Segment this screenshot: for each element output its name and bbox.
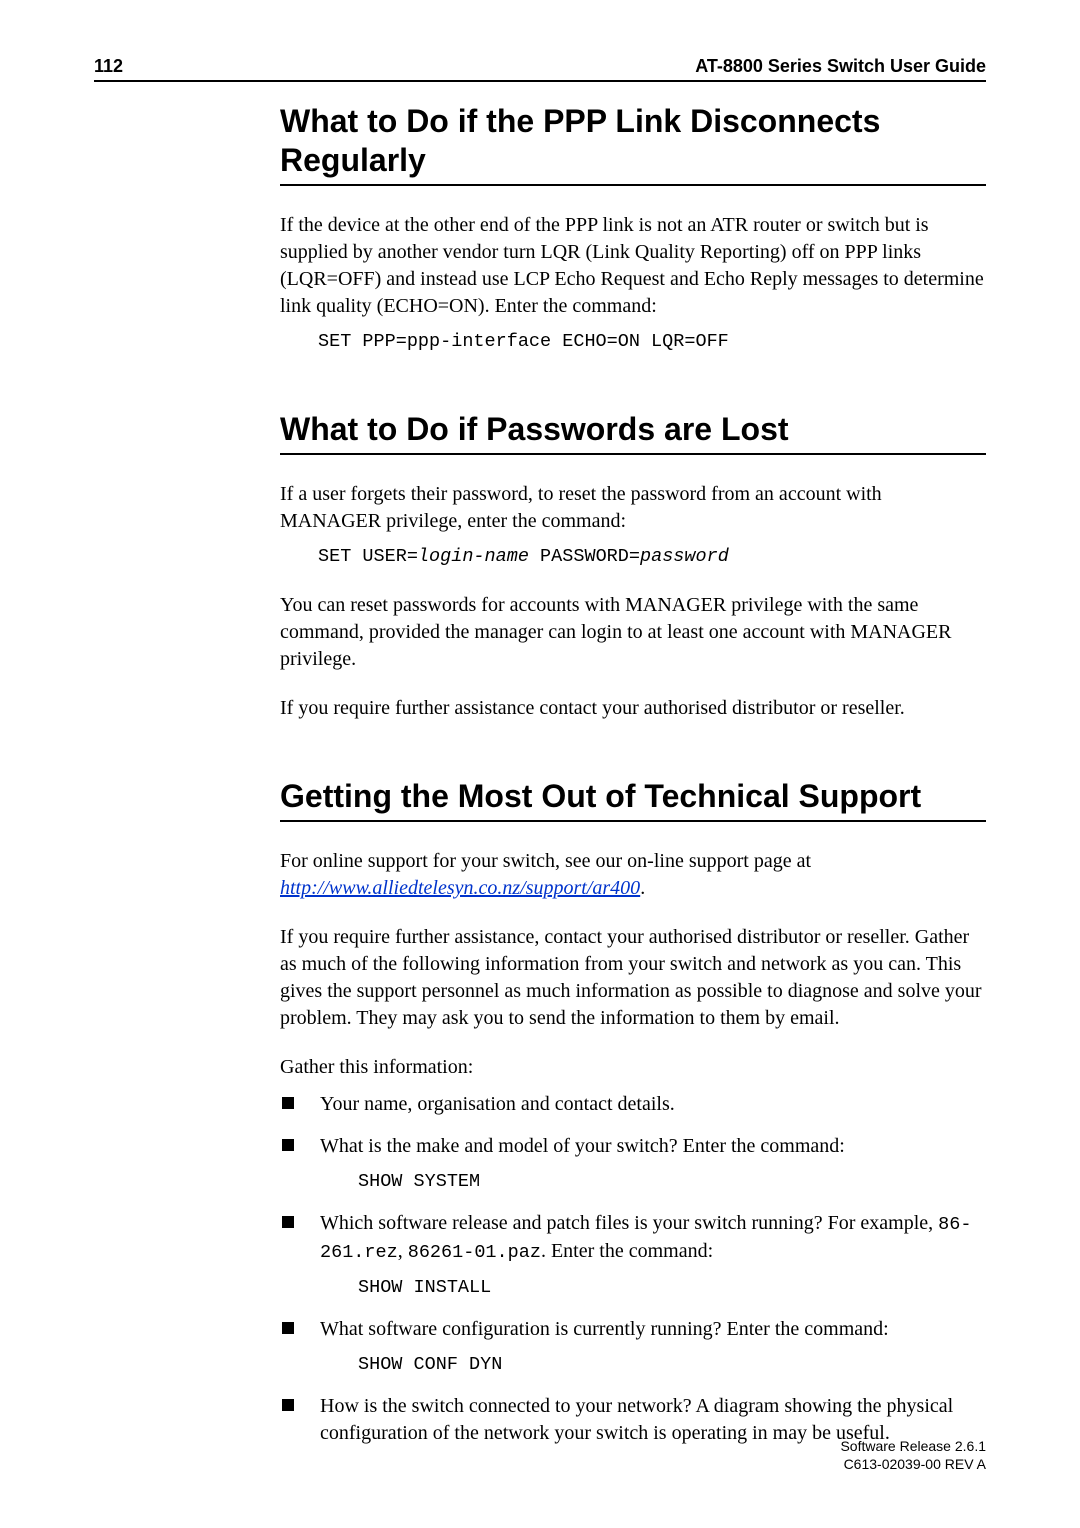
- section-heading-support: Getting the Most Out of Technical Suppor…: [280, 777, 986, 822]
- body-text: For online support for your switch, see …: [280, 848, 986, 902]
- square-bullet-icon: [282, 1216, 294, 1228]
- body-text: If the device at the other end of the PP…: [280, 212, 986, 320]
- command-block: SHOW CONF DYN: [358, 1353, 986, 1378]
- inline-code: 86261-01.paz: [408, 1242, 541, 1263]
- body-text: If a user forgets their password, to res…: [280, 481, 986, 535]
- support-link[interactable]: http://www.alliedtelesyn.co.nz/support/a…: [280, 877, 640, 899]
- command-block: SET PPP=ppp-interface ECHO=ON LQR=OFF: [318, 330, 986, 355]
- page-number: 112: [94, 54, 123, 78]
- page-header: 112 AT-8800 Series Switch User Guide: [94, 54, 986, 82]
- list-item: What software configuration is currently…: [280, 1316, 986, 1378]
- list-item-text: What is the make and model of your switc…: [320, 1135, 845, 1157]
- list-item: Your name, organisation and contact deta…: [280, 1091, 986, 1118]
- square-bullet-icon: [282, 1139, 294, 1151]
- list-item-text: Which software release and patch files i…: [320, 1212, 971, 1262]
- bullet-list: Your name, organisation and contact deta…: [280, 1091, 986, 1447]
- section-heading-passwords: What to Do if Passwords are Lost: [280, 410, 986, 455]
- page-footer: Software Release 2.6.1 C613-02039-00 REV…: [840, 1437, 986, 1473]
- command-argument: login-name: [418, 546, 529, 567]
- section-heading-ppp: What to Do if the PPP Link Disconnects R…: [280, 102, 986, 186]
- list-item-text: Your name, organisation and contact deta…: [320, 1093, 675, 1115]
- document-title: AT-8800 Series Switch User Guide: [695, 54, 986, 78]
- body-text: If you require further assistance contac…: [280, 695, 986, 722]
- list-item-text: What software configuration is currently…: [320, 1318, 889, 1340]
- page-content: What to Do if the PPP Link Disconnects R…: [280, 88, 986, 1447]
- footer-partnumber: C613-02039-00 REV A: [840, 1455, 986, 1473]
- command-block: SHOW SYSTEM: [358, 1170, 986, 1195]
- square-bullet-icon: [282, 1399, 294, 1411]
- body-text: If you require further assistance, conta…: [280, 924, 986, 1032]
- square-bullet-icon: [282, 1322, 294, 1334]
- command-block: SHOW INSTALL: [358, 1276, 986, 1301]
- command-argument: password: [640, 546, 729, 567]
- list-item: What is the make and model of your switc…: [280, 1133, 986, 1195]
- body-text: Gather this information:: [280, 1054, 986, 1081]
- footer-release: Software Release 2.6.1: [840, 1437, 986, 1455]
- list-item: Which software release and patch files i…: [280, 1210, 986, 1301]
- square-bullet-icon: [282, 1097, 294, 1109]
- body-text: You can reset passwords for accounts wit…: [280, 592, 986, 673]
- command-block: SET USER=login-name PASSWORD=password: [318, 545, 986, 570]
